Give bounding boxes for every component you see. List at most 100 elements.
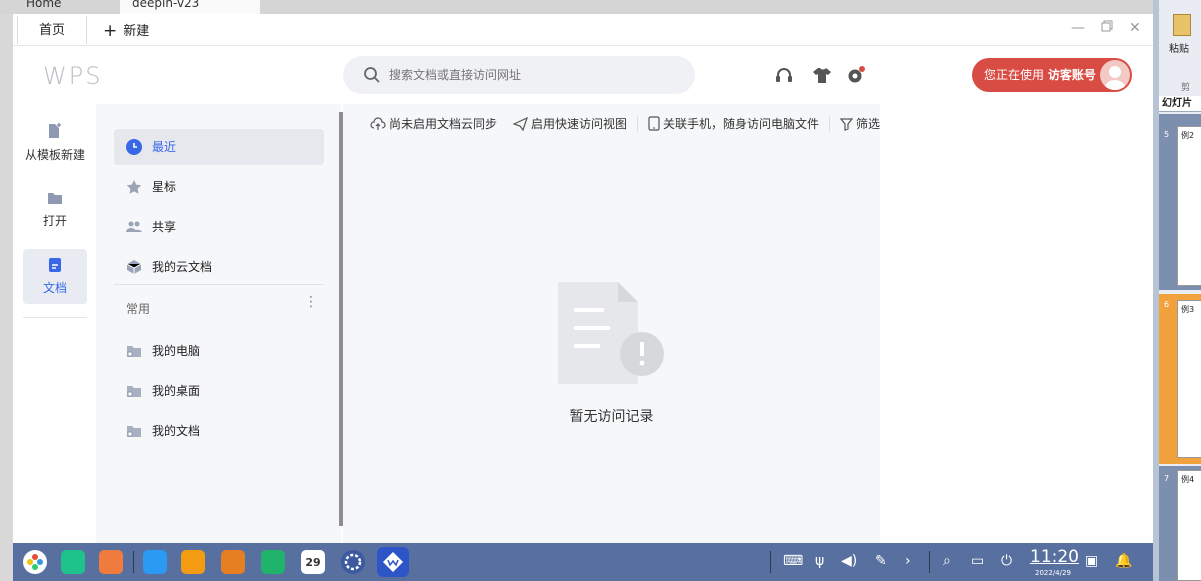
sidebar-item-my-documents[interactable]: 我的文档 bbox=[114, 413, 324, 449]
sidebar: 最近 星标 共享 我的云文档 常用 ⋮ 我的电脑 我的桌面 我的文档 bbox=[96, 104, 341, 543]
sidebar-item-my-desktop[interactable]: 我的桌面 bbox=[114, 373, 324, 409]
slide-title: 例2 bbox=[1181, 131, 1195, 140]
sidebar-item-cloud-docs[interactable]: 我的云文档 bbox=[114, 249, 324, 285]
account-button[interactable]: 您正在使用 访客账号 bbox=[972, 58, 1132, 92]
restore-icon[interactable] bbox=[1101, 20, 1113, 36]
sidebar-item-label: 最近 bbox=[152, 140, 177, 154]
slide-thumbnail[interactable]: 例2 bbox=[1177, 126, 1201, 286]
clock-time[interactable]: 11:20 bbox=[1030, 547, 1079, 567]
taskbar-separator bbox=[133, 551, 134, 573]
paste-icon[interactable] bbox=[1173, 14, 1191, 36]
nav-divider bbox=[23, 317, 87, 318]
paste-label: 粘贴 bbox=[1169, 44, 1189, 55]
sidebar-item-recent[interactable]: 最近 bbox=[114, 129, 324, 165]
power-icon[interactable]: ⏻ bbox=[1001, 553, 1012, 569]
sidebar-item-label: 共享 bbox=[152, 220, 177, 234]
outer-tab-deepin-label: deepin-v23 bbox=[132, 0, 200, 10]
keyboard-icon[interactable]: ⌨ bbox=[783, 553, 803, 569]
empty-document-illustration bbox=[558, 282, 664, 384]
bell-icon[interactable]: 🔔 bbox=[1115, 553, 1132, 569]
wps-tab-bar: 首页 + 新建 — ✕ bbox=[13, 14, 1153, 46]
cut-label: 剪 bbox=[1181, 83, 1191, 93]
folder-icon bbox=[48, 193, 62, 204]
usb-icon[interactable]: ψ bbox=[815, 553, 824, 569]
tab-home[interactable]: 首页 bbox=[17, 16, 87, 44]
sidebar-divider bbox=[114, 284, 324, 285]
close-icon[interactable]: ✕ bbox=[1129, 20, 1141, 36]
pen-icon[interactable]: ✎ bbox=[875, 553, 887, 569]
folder-shortcut-icon bbox=[127, 346, 141, 357]
filter-icon bbox=[839, 118, 854, 131]
folder-shortcut-icon bbox=[127, 386, 141, 397]
wps-header: WPS 您正在使用 访客账号 bbox=[13, 46, 1153, 104]
tab-home-label: 首页 bbox=[38, 23, 65, 38]
outer-tab-home[interactable]: Home bbox=[14, 0, 73, 14]
control-center-icon[interactable] bbox=[341, 550, 365, 574]
cloud-icon bbox=[370, 117, 386, 130]
toolbar: 尚未启用文档云同步 启用快速访问视图 关联手机，随身访问电脑文件 筛选 bbox=[343, 104, 880, 142]
slides-tab[interactable]: 幻灯片 bbox=[1159, 96, 1201, 112]
background-presentation-window: 粘贴 剪 幻灯片 5 例2 6 例3 7 例4 bbox=[1153, 0, 1201, 581]
right-blank-area bbox=[880, 104, 1153, 543]
avatar[interactable] bbox=[1100, 60, 1130, 90]
wps-window: 首页 + 新建 — ✕ WPS 您正在使用 访客账号 从模板新建 打开 bbox=[13, 14, 1153, 543]
outer-tab-home-label: Home bbox=[26, 0, 62, 10]
slide-number: 6 bbox=[1164, 300, 1170, 309]
skin-shirt-icon[interactable] bbox=[811, 64, 833, 86]
chevron-right-icon[interactable]: › bbox=[905, 553, 911, 569]
sidebar-item-shared[interactable]: 共享 bbox=[114, 209, 324, 245]
people-icon bbox=[126, 221, 142, 232]
outer-tab-deepin[interactable]: deepin-v23 bbox=[120, 0, 260, 14]
sidebar-item-my-computer[interactable]: 我的电脑 bbox=[114, 333, 324, 369]
launcher-icon[interactable] bbox=[23, 550, 47, 574]
quick-view-button[interactable]: 启用快速访问视图 bbox=[512, 116, 628, 132]
nav-new-from-template[interactable]: 从模板新建 bbox=[23, 122, 87, 163]
plus-icon: + bbox=[103, 21, 118, 41]
cloud-sync-label: 尚未启用文档云同步 bbox=[389, 117, 498, 131]
search-icon[interactable]: ⌕ bbox=[943, 553, 951, 569]
document-icon bbox=[49, 258, 61, 272]
slide-thumbnail[interactable]: 例4 bbox=[1177, 470, 1201, 581]
left-nav: 从模板新建 打开 文档 bbox=[13, 104, 96, 543]
send-icon bbox=[512, 116, 529, 132]
template-icon bbox=[49, 123, 61, 138]
tab-new-label: 新建 bbox=[123, 24, 150, 39]
headset-icon[interactable] bbox=[773, 64, 795, 86]
nav-label: 从模板新建 bbox=[24, 148, 85, 162]
volume-icon[interactable]: ◀) bbox=[841, 553, 857, 569]
nav-open[interactable]: 打开 bbox=[23, 190, 87, 229]
sidebar-item-label: 我的电脑 bbox=[152, 344, 201, 358]
sidebar-item-starred[interactable]: 星标 bbox=[114, 169, 324, 205]
image-viewer-icon[interactable] bbox=[221, 550, 245, 574]
tab-new[interactable]: + 新建 bbox=[103, 14, 149, 46]
toolbar-separator bbox=[829, 116, 830, 132]
filter-button[interactable]: 筛选 bbox=[839, 116, 880, 132]
calendar-icon[interactable]: 29 bbox=[301, 550, 325, 574]
phone-icon bbox=[648, 116, 660, 131]
wps-office-icon[interactable] bbox=[377, 547, 409, 577]
sidebar-item-label: 星标 bbox=[152, 180, 177, 194]
slide-number: 5 bbox=[1164, 130, 1170, 139]
notification-center-icon[interactable]: ▣ bbox=[1085, 553, 1098, 569]
app-store-icon[interactable] bbox=[143, 550, 167, 574]
wps-logo: WPS bbox=[43, 62, 103, 90]
nav-docs[interactable]: 文档 bbox=[23, 249, 87, 304]
toolbar-separator bbox=[637, 116, 638, 132]
search-input[interactable] bbox=[343, 56, 695, 94]
browser-icon[interactable] bbox=[181, 550, 205, 574]
multitasking-icon[interactable] bbox=[61, 550, 85, 574]
music-icon[interactable] bbox=[261, 550, 285, 574]
outer-tab-strip: Home deepin-v23 bbox=[0, 0, 1160, 14]
link-phone-button[interactable]: 关联手机，随身访问电脑文件 bbox=[648, 116, 819, 132]
slide-number: 7 bbox=[1164, 474, 1170, 483]
empty-state-text: 暂无访问记录 bbox=[569, 409, 654, 425]
more-options-icon[interactable]: ⋮ bbox=[304, 294, 318, 310]
cloud-sync-button[interactable]: 尚未启用文档云同步 bbox=[370, 116, 497, 132]
account-name: 访客账号 bbox=[1047, 68, 1096, 82]
slide-thumbnail[interactable]: 例3 bbox=[1177, 300, 1201, 458]
file-manager-icon[interactable] bbox=[99, 550, 123, 574]
quick-view-label: 启用快速访问视图 bbox=[531, 117, 628, 131]
settings-gear-icon[interactable] bbox=[845, 64, 867, 86]
onscreen-keyboard-icon[interactable]: ▭ bbox=[971, 553, 984, 569]
minimize-icon[interactable]: — bbox=[1071, 20, 1085, 36]
